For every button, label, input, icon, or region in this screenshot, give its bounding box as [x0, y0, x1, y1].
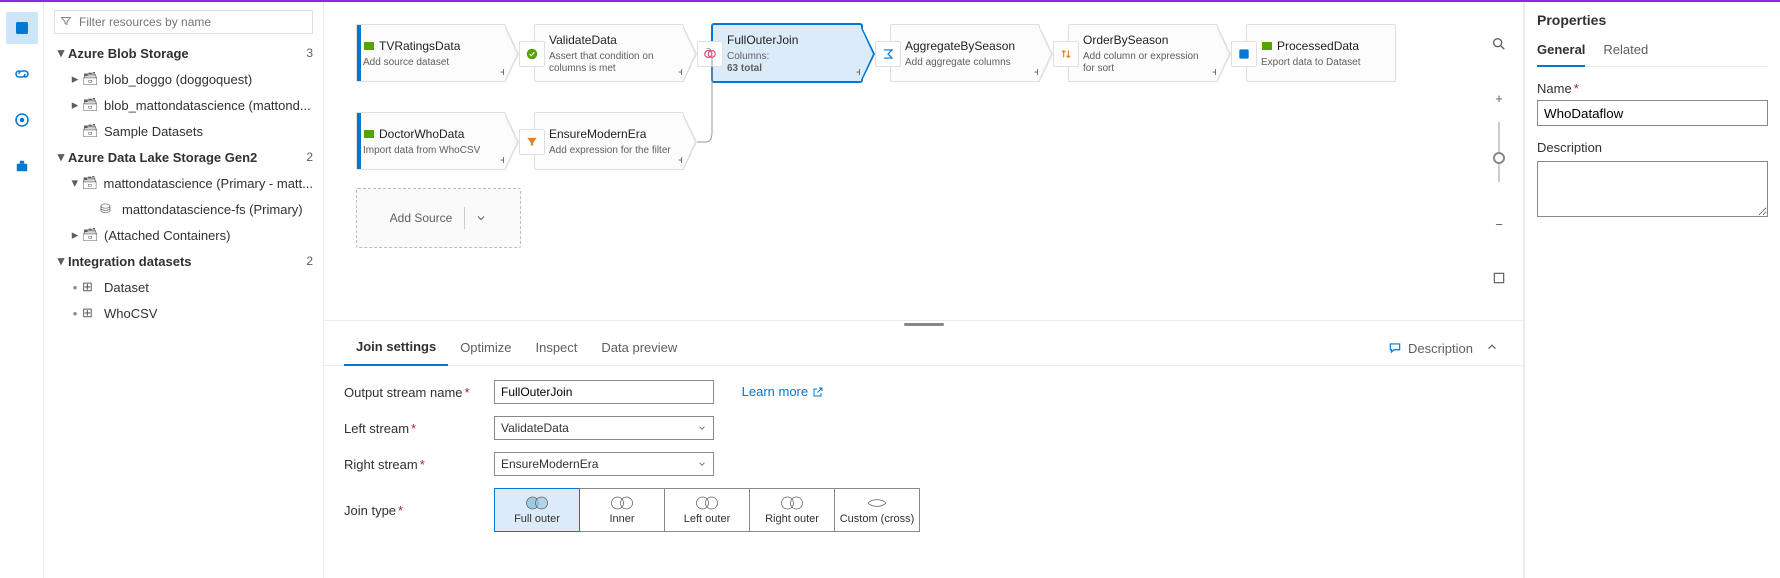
- tree-item-blob1[interactable]: ▸🗃blob_doggo (doggoquest): [48, 66, 319, 92]
- description-toggle[interactable]: Description: [1380, 341, 1481, 356]
- prop-name-input[interactable]: [1537, 100, 1768, 126]
- join-type-full-outer[interactable]: Full outer: [494, 488, 580, 532]
- node-orderbyseason[interactable]: OrderBySeason Add column or expression f…: [1068, 24, 1218, 82]
- nav-link-icon[interactable]: [6, 58, 38, 90]
- tab-related[interactable]: Related: [1603, 36, 1648, 66]
- tab-inspect[interactable]: Inspect: [523, 332, 589, 365]
- tree-label: Integration datasets: [68, 254, 192, 269]
- tree-item-adls1[interactable]: ▾🗃mattondatascience (Primary - matt...: [48, 170, 319, 196]
- add-source-button[interactable]: Add Source: [356, 188, 521, 248]
- tab-data-preview[interactable]: Data preview: [589, 332, 689, 365]
- assert-icon: [519, 41, 545, 67]
- dataflow-canvas[interactable]: TVRatingsData Add source dataset + Valid…: [324, 2, 1523, 320]
- resource-tree: ▾ Azure Blob Storage 3 ▸🗃blob_doggo (dog…: [44, 2, 324, 578]
- tree-group-adls[interactable]: ▾ Azure Data Lake Storage Gen2 2: [48, 144, 319, 170]
- settings-panel: Join settings Optimize Inspect Data prev…: [324, 320, 1523, 578]
- zoom-slider[interactable]: [1498, 122, 1500, 182]
- chevron-down-icon: [697, 423, 707, 433]
- tab-optimize[interactable]: Optimize: [448, 332, 523, 365]
- node-tvratingsdata[interactable]: TVRatingsData Add source dataset +: [356, 24, 506, 82]
- tree-item-blob2[interactable]: ▸🗃blob_mattondatascience (mattond...: [48, 92, 319, 118]
- tree-item-adls1a[interactable]: ⛁mattondatascience-fs (Primary): [48, 196, 319, 222]
- tree-group-intds[interactable]: ▾ Integration datasets 2: [48, 248, 319, 274]
- tree-item-dataset[interactable]: •⊞Dataset: [48, 274, 319, 300]
- chevron-down-icon[interactable]: [464, 207, 487, 229]
- venn-full-icon: [522, 495, 552, 511]
- zoom-out-button[interactable]: −: [1487, 212, 1511, 236]
- nav-monitor-icon[interactable]: [6, 104, 38, 136]
- left-stream-select[interactable]: ValidateData: [494, 416, 714, 440]
- tree-item-attached[interactable]: ▸🗃(Attached Containers): [48, 222, 319, 248]
- tab-join-settings[interactable]: Join settings: [344, 331, 448, 366]
- search-icon[interactable]: [1487, 32, 1511, 56]
- learn-more-link[interactable]: Learn more: [742, 384, 824, 399]
- left-stream-label: Left stream*: [344, 421, 494, 436]
- dataset-icon: [1261, 40, 1273, 52]
- connector-line: [696, 48, 714, 148]
- right-stream-label: Right stream*: [344, 457, 494, 472]
- tree-label: Azure Blob Storage: [68, 46, 189, 61]
- dataset-icon: [363, 40, 375, 52]
- join-type-left-outer[interactable]: Left outer: [664, 488, 750, 532]
- sort-icon: [1053, 41, 1079, 67]
- venn-cross-icon: [862, 495, 892, 511]
- venn-left-icon: [692, 495, 722, 511]
- filter-resources-input[interactable]: [54, 10, 313, 34]
- zoom-in-button[interactable]: +: [1487, 86, 1511, 110]
- node-doctorwhodata[interactable]: DoctorWhoData Import data from WhoCSV +: [356, 112, 506, 170]
- right-stream-select[interactable]: EnsureModernEra: [494, 452, 714, 476]
- node-processeddata[interactable]: ProcessedData Export data to Dataset: [1246, 24, 1396, 82]
- fit-screen-button[interactable]: [1487, 266, 1511, 290]
- nav-manage-icon[interactable]: [6, 150, 38, 182]
- tree-label: Azure Data Lake Storage Gen2: [68, 150, 257, 165]
- node-aggregate[interactable]: AggregateBySeason Add aggregate columns …: [890, 24, 1040, 82]
- venn-right-icon: [777, 495, 807, 511]
- properties-title: Properties: [1537, 12, 1768, 28]
- collapse-panel-button[interactable]: [1481, 340, 1503, 357]
- join-type-right-outer[interactable]: Right outer: [749, 488, 835, 532]
- tree-item-whocsv[interactable]: •⊞WhoCSV: [48, 300, 319, 326]
- venn-inner-icon: [607, 495, 637, 511]
- filter-icon: [60, 15, 72, 27]
- properties-panel: Properties General Related Name* Descrip…: [1524, 2, 1780, 578]
- join-type-inner[interactable]: Inner: [579, 488, 665, 532]
- prop-name-label: Name*: [1537, 81, 1768, 96]
- join-type-cross[interactable]: Custom (cross): [834, 488, 920, 532]
- nav-rail: [0, 2, 44, 578]
- filter-icon: [519, 129, 545, 155]
- output-stream-input[interactable]: [494, 380, 714, 404]
- comment-icon: [1388, 341, 1402, 355]
- node-ensuremodernera[interactable]: EnsureModernEra Add expression for the f…: [534, 112, 684, 170]
- join-type-label: Join type*: [344, 503, 494, 518]
- tree-item-blob3[interactable]: 🗃Sample Datasets: [48, 118, 319, 144]
- chevron-down-icon: [697, 459, 707, 469]
- node-fullouterjoin[interactable]: FullOuterJoin Columns:63 total +: [712, 24, 862, 82]
- output-stream-label: Output stream name*: [344, 385, 494, 400]
- aggregate-icon: [875, 41, 901, 67]
- tree-group-blob[interactable]: ▾ Azure Blob Storage 3: [48, 40, 319, 66]
- nav-data-icon[interactable]: [6, 12, 38, 44]
- prop-desc-textarea[interactable]: [1537, 161, 1768, 217]
- node-validatedata[interactable]: ValidateData Assert that condition on co…: [534, 24, 684, 82]
- external-link-icon: [812, 386, 824, 398]
- tab-general[interactable]: General: [1537, 36, 1585, 67]
- sink-icon: [1231, 41, 1257, 67]
- dataset-icon: [363, 128, 375, 140]
- prop-desc-label: Description: [1537, 140, 1768, 155]
- zoom-controls: + −: [1487, 32, 1511, 320]
